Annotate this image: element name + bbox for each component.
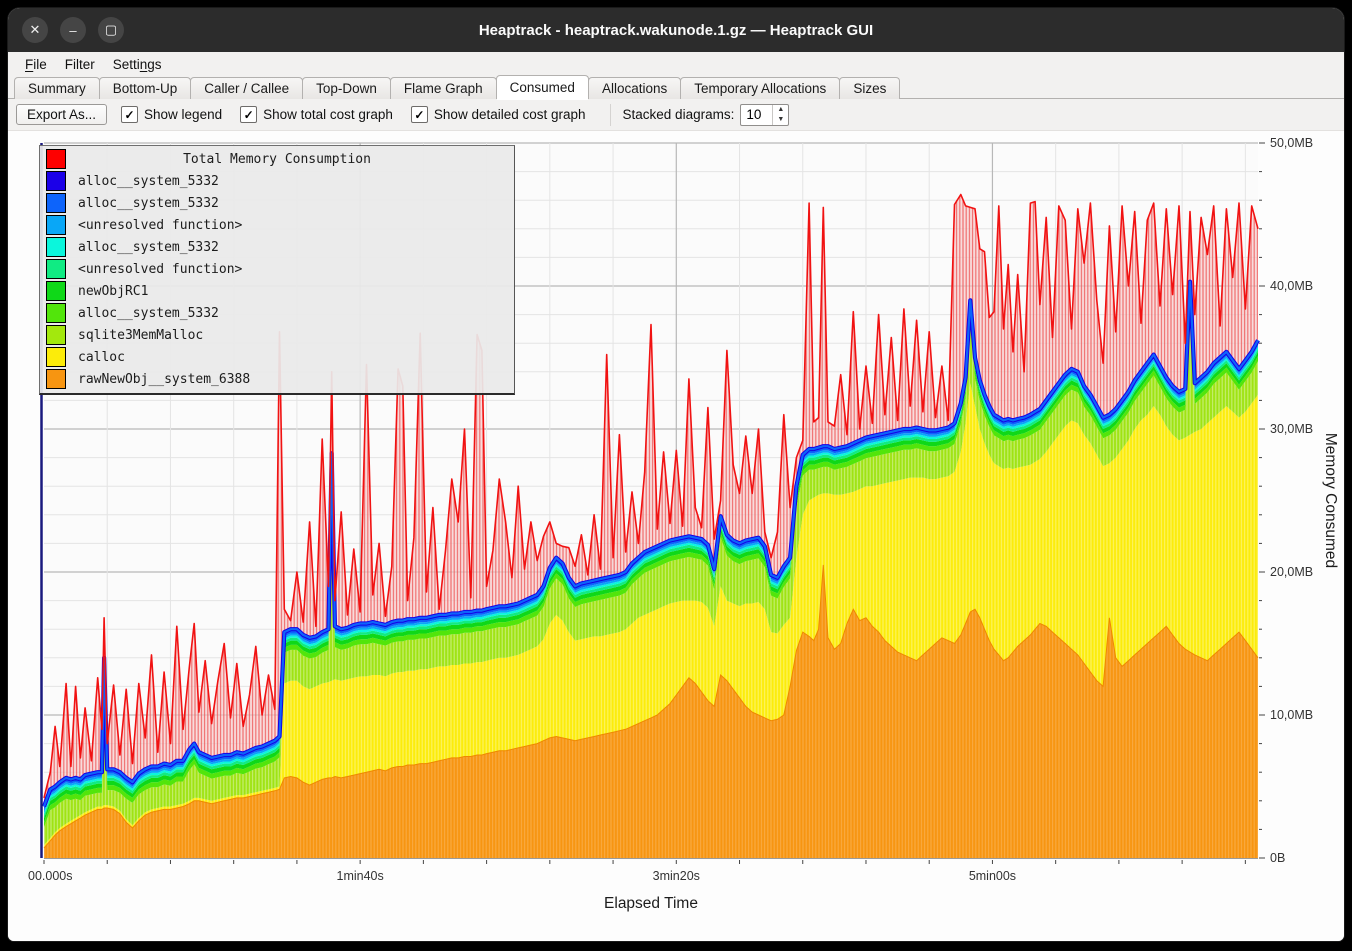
y-axis-title: Memory Consumed xyxy=(1322,433,1339,568)
stacked-diagrams-spinbox[interactable]: 10 ▲ ▼ xyxy=(740,104,789,126)
checkmark-icon: ✓ xyxy=(411,106,428,123)
menu-item-settings[interactable]: Settings xyxy=(104,55,171,74)
y-tick-label: 20,0MB xyxy=(1270,565,1313,579)
tab-temporary-allocations[interactable]: Temporary Allocations xyxy=(680,77,840,99)
tab-bottom-up[interactable]: Bottom-Up xyxy=(99,77,192,99)
chart-legend: Total Memory Consumption alloc__system_53… xyxy=(39,145,515,395)
x-tick-label: 1min40s xyxy=(337,869,384,883)
close-button[interactable]: ✕ xyxy=(22,17,48,43)
menu-item-file[interactable]: File xyxy=(16,55,56,74)
legend-item-label: newObjRC1 xyxy=(78,284,148,299)
window-title: Heaptrack - heaptrack.wakunode.1.gz — He… xyxy=(8,22,1344,39)
tab-bar: SummaryBottom-UpCaller / CalleeTop-DownF… xyxy=(8,77,1344,99)
stacked-diagrams-label: Stacked diagrams: xyxy=(623,107,735,122)
y-tick-label: 10,0MB xyxy=(1270,708,1313,722)
legend-swatch-icon xyxy=(46,281,66,301)
maximize-button[interactable]: ▢ xyxy=(98,17,124,43)
legend-item-label: alloc__system_5332 xyxy=(78,174,219,189)
legend-item: newObjRC1 xyxy=(40,280,514,302)
legend-item: calloc xyxy=(40,346,514,368)
menu-bar: FileFilterSettings xyxy=(8,52,1344,77)
spinbox-value[interactable]: 10 xyxy=(741,105,772,125)
app-window: ✕ – ▢ Heaptrack - heaptrack.wakunode.1.g… xyxy=(8,8,1344,941)
legend-item-label: alloc__system_5332 xyxy=(78,196,219,211)
legend-swatch-icon xyxy=(46,369,66,389)
legend-swatch-icon xyxy=(46,325,66,345)
legend-item-label: <unresolved function> xyxy=(78,262,242,277)
y-tick-label: 50,0MB xyxy=(1270,136,1313,150)
tab-summary[interactable]: Summary xyxy=(14,77,100,99)
checkbox-label: Show legend xyxy=(144,107,222,122)
menu-item-filter[interactable]: Filter xyxy=(56,55,104,74)
title-bar[interactable]: ✕ – ▢ Heaptrack - heaptrack.wakunode.1.g… xyxy=(8,8,1344,52)
tab-sizes[interactable]: Sizes xyxy=(839,77,900,99)
legend-swatch-icon xyxy=(46,259,66,279)
legend-item-label: sqlite3MemMalloc xyxy=(78,328,203,343)
legend-swatch-icon xyxy=(46,193,66,213)
legend-swatch-icon xyxy=(46,347,66,367)
x-tick-label: 00.000s xyxy=(28,869,72,883)
legend-item: alloc__system_5332 xyxy=(40,302,514,324)
y-tick-label: 40,0MB xyxy=(1270,279,1313,293)
checkmark-icon: ✓ xyxy=(240,106,257,123)
minimize-button[interactable]: – xyxy=(60,17,86,43)
export-as-button[interactable]: Export As... xyxy=(16,104,107,125)
spin-up-icon[interactable]: ▲ xyxy=(773,105,788,115)
tab-caller-callee[interactable]: Caller / Callee xyxy=(190,77,303,99)
tab-consumed[interactable]: Consumed xyxy=(496,75,589,99)
legend-item-label: rawNewObj__system_6388 xyxy=(78,372,250,387)
checkbox-show-detailed-cost-graph[interactable]: ✓ Show detailed cost graph xyxy=(411,106,586,123)
legend-item: alloc__system_5332 xyxy=(40,236,514,258)
legend-item-label: calloc xyxy=(78,350,125,365)
x-tick-label: 5min00s xyxy=(969,869,1016,883)
legend-item: <unresolved function> xyxy=(40,214,514,236)
checkbox-group: ✓ Show legend ✓ Show total cost graph ✓ Show … xyxy=(121,106,604,123)
legend-item-label: alloc__system_5332 xyxy=(78,240,219,255)
x-axis-title: Elapsed Time xyxy=(604,895,698,912)
memory-consumption-chart[interactable]: 00.000s 1min40s 3min20s 5min00s 0B 10,0MB 20,0… xyxy=(8,131,1344,941)
legend-swatch-icon xyxy=(46,237,66,257)
spin-down-icon[interactable]: ▼ xyxy=(773,115,788,125)
legend-swatch-icon xyxy=(46,171,66,191)
toolbar: Export As... ✓ Show legend ✓ Show total cos… xyxy=(8,99,1344,131)
tab-allocations[interactable]: Allocations xyxy=(588,77,681,99)
checkbox-label: Show detailed cost graph xyxy=(434,107,586,122)
legend-item-label: alloc__system_5332 xyxy=(78,306,219,321)
legend-swatch-icon xyxy=(46,303,66,323)
legend-item: <unresolved function> xyxy=(40,258,514,280)
legend-item-label: <unresolved function> xyxy=(78,218,242,233)
x-tick-label: 3min20s xyxy=(653,869,700,883)
checkbox-show-total-cost-graph[interactable]: ✓ Show total cost graph xyxy=(240,106,393,123)
checkbox-show-legend[interactable]: ✓ Show legend xyxy=(121,106,222,123)
legend-item: alloc__system_5332 xyxy=(40,170,514,192)
checkbox-label: Show total cost graph xyxy=(263,107,393,122)
y-tick-label: 30,0MB xyxy=(1270,422,1313,436)
legend-swatch-icon xyxy=(46,215,66,235)
stacked-diagrams-control: Stacked diagrams: 10 ▲ ▼ xyxy=(610,104,790,126)
y-tick-label: 0B xyxy=(1270,851,1285,865)
legend-item: rawNewObj__system_6388 xyxy=(40,368,514,390)
checkmark-icon: ✓ xyxy=(121,106,138,123)
tab-top-down[interactable]: Top-Down xyxy=(302,77,391,99)
legend-item-label: Total Memory Consumption xyxy=(40,152,514,167)
legend-item: sqlite3MemMalloc xyxy=(40,324,514,346)
legend-item: alloc__system_5332 xyxy=(40,192,514,214)
legend-item: Total Memory Consumption xyxy=(40,148,514,170)
spinbox-arrows: ▲ ▼ xyxy=(772,105,788,125)
tab-flame-graph[interactable]: Flame Graph xyxy=(390,77,497,99)
